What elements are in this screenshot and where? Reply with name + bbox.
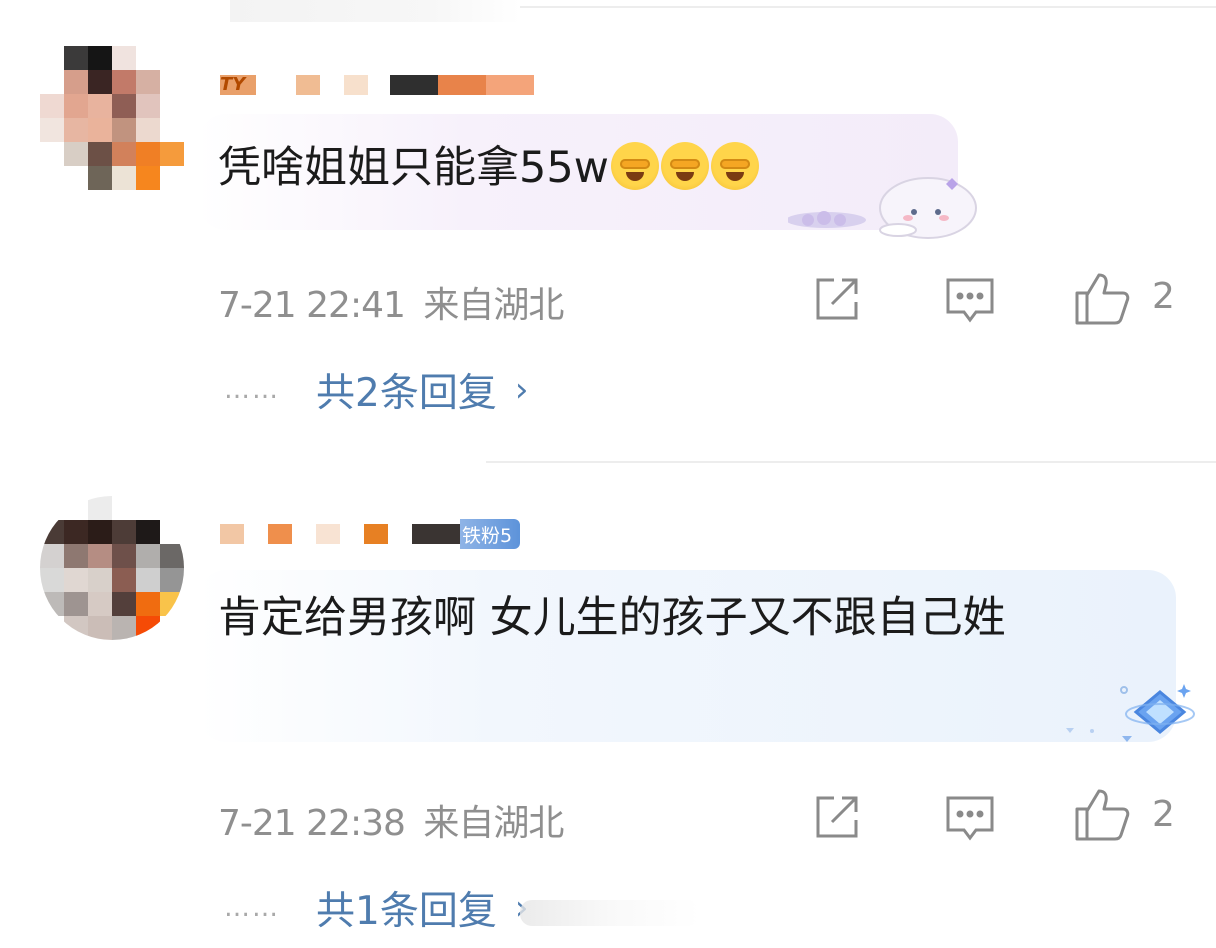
crying-laughing-emoji-icon: [660, 142, 709, 190]
like-count: 2: [1152, 276, 1175, 317]
username[interactable]: TY: [220, 72, 534, 98]
share-button[interactable]: [810, 272, 864, 326]
timestamp: 7-21 22:38: [218, 803, 406, 844]
location: 来自湖北: [423, 803, 564, 844]
comment-icon: [946, 278, 994, 323]
like-icon: [1075, 273, 1130, 325]
comment-meta: 7-21 22:38 来自湖北: [218, 794, 564, 846]
previous-content-fade: [230, 0, 520, 22]
like-count: 2: [1152, 794, 1175, 835]
bubble-diamond-decoration: [1056, 680, 1198, 750]
location: 来自湖北: [423, 285, 564, 326]
like-button[interactable]: [1072, 784, 1132, 844]
top-divider: [520, 6, 1216, 8]
comment-text: 凭啥姐姐只能拿55w: [218, 138, 759, 198]
comment-divider: [486, 461, 1216, 463]
comment-meta: 7-21 22:41 来自湖北: [218, 276, 564, 328]
crying-laughing-emoji-icon: [710, 142, 759, 190]
view-replies[interactable]: …… 共1条回复 ›: [224, 880, 528, 936]
reply-count-link[interactable]: 共2条回复 ›: [316, 362, 528, 418]
share-icon: [816, 796, 858, 838]
like-icon: [1075, 789, 1130, 841]
view-replies[interactable]: …… 共2条回复 ›: [224, 362, 528, 418]
username-mosaic: TY: [220, 75, 256, 95]
avatar[interactable]: [40, 496, 184, 640]
chevron-right-icon: ›: [514, 370, 529, 410]
reply-count-link[interactable]: 共1条回复 ›: [316, 880, 528, 936]
comment-text: 肯定给男孩啊 女儿生的孩子又不跟自己姓: [218, 593, 1006, 643]
avatar[interactable]: [40, 46, 184, 190]
bubble-bunny-decoration: [786, 168, 984, 244]
timestamp: 7-21 22:41: [218, 285, 406, 326]
username-mosaic: [220, 524, 244, 544]
crying-laughing-emoji-icon: [610, 142, 659, 190]
fan-level-badge: 铁粉5: [460, 519, 521, 549]
comment-button[interactable]: [942, 272, 998, 328]
username[interactable]: 铁粉5: [220, 518, 521, 550]
share-button[interactable]: [810, 790, 864, 844]
share-icon: [816, 278, 858, 320]
comment-icon: [946, 796, 994, 841]
comment-button[interactable]: [942, 790, 998, 846]
like-button[interactable]: [1072, 268, 1132, 328]
watermark-fade: [520, 900, 700, 926]
